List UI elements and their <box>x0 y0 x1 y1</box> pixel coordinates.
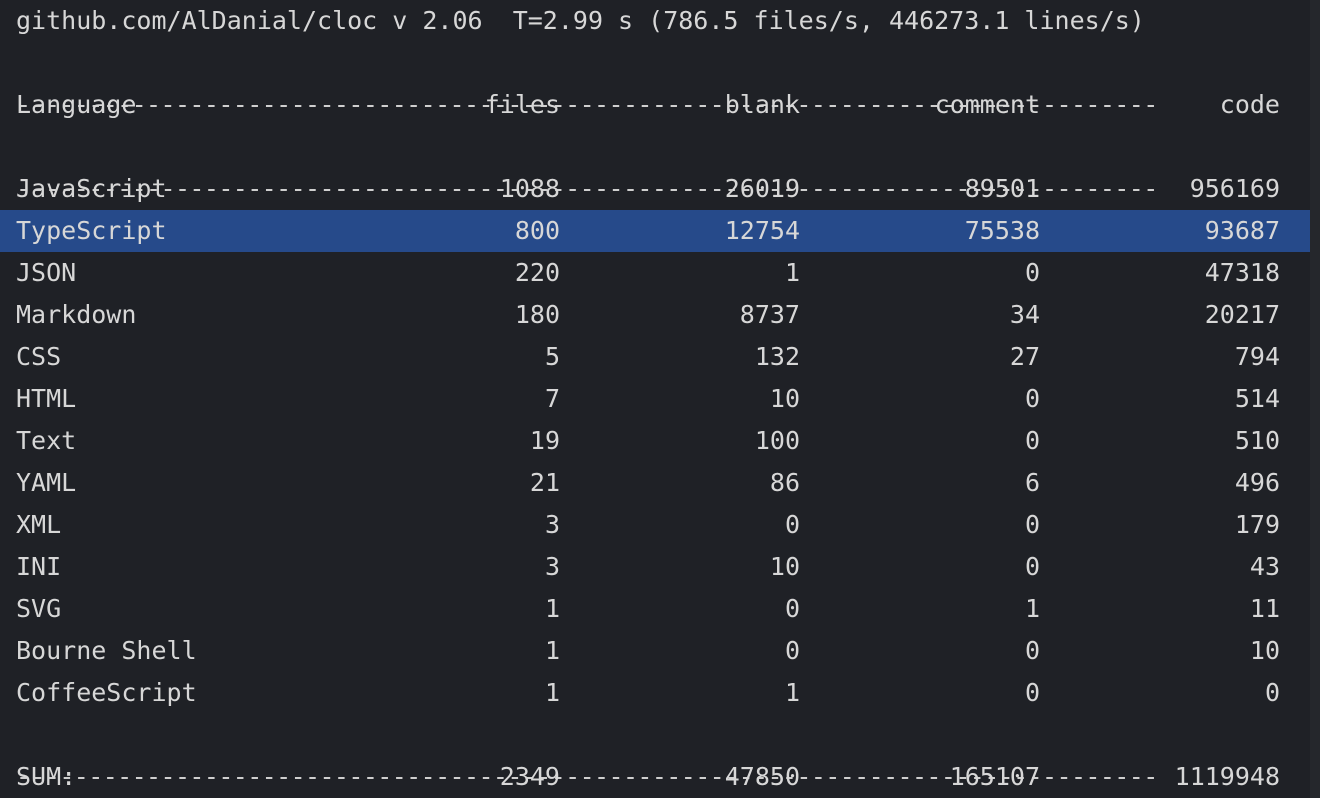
row-language: INI <box>16 552 62 581</box>
row-files: 800 <box>514 216 560 245</box>
column-header-files: files <box>484 90 560 119</box>
terminal-window[interactable]: github.com/AlDanial/cloc v 2.06 T=2.99 s… <box>0 0 1320 798</box>
row-language: Bourne Shell <box>16 636 197 665</box>
row-language: JavaScript <box>16 174 167 203</box>
row-files: 3 <box>544 510 560 539</box>
row-language: SVG <box>16 594 62 623</box>
table-row[interactable]: YAML 21 86 6 496 <box>0 462 1320 504</box>
column-header-language: Language <box>16 90 137 119</box>
row-language: YAML <box>16 468 77 497</box>
row-comment: 6 <box>1024 468 1040 497</box>
row-files: 1 <box>544 636 560 665</box>
row-blank: 86 <box>769 468 800 497</box>
row-code: 43 <box>1249 552 1280 581</box>
row-blank: 100 <box>754 426 800 455</box>
row-language: Markdown <box>16 300 137 329</box>
column-header-blank: blank <box>724 90 800 119</box>
row-comment: 0 <box>1024 258 1040 287</box>
row-code: 20217 <box>1204 300 1280 329</box>
sum-code: 1119948 <box>1174 762 1280 791</box>
row-blank: 10 <box>769 552 800 581</box>
row-comment: 0 <box>1024 552 1040 581</box>
row-code: 93687 <box>1204 216 1280 245</box>
row-comment: 0 <box>1024 510 1040 539</box>
table-row[interactable]: INI 3 10 0 43 <box>0 546 1320 588</box>
table-row[interactable]: XML 3 0 0 179 <box>0 504 1320 546</box>
sum-comment: 165107 <box>949 762 1040 791</box>
row-comment: 34 <box>1009 300 1040 329</box>
row-files: 5 <box>544 342 560 371</box>
sum-files: 2349 <box>499 762 560 791</box>
row-comment: 75538 <box>964 216 1040 245</box>
row-blank: 1 <box>784 678 800 707</box>
row-language: JSON <box>16 258 77 287</box>
table-row-selected[interactable]: TypeScript 800 12754 75538 93687 <box>0 210 1320 252</box>
table-row[interactable]: Text 19 100 0 510 <box>0 420 1320 462</box>
row-code: 794 <box>1234 342 1280 371</box>
sum-blank: 47850 <box>724 762 800 791</box>
table-row[interactable]: Markdown 180 8737 34 20217 <box>0 294 1320 336</box>
table-row[interactable]: HTML 7 10 0 514 <box>0 378 1320 420</box>
row-code: 496 <box>1234 468 1280 497</box>
table-row[interactable]: CoffeeScript 1 1 0 0 <box>0 672 1320 714</box>
row-blank: 26019 <box>724 174 800 203</box>
cloc-header-line: github.com/AlDanial/cloc v 2.06 T=2.99 s… <box>0 0 1320 42</box>
separator-top: ----------------------------------------… <box>0 42 1320 119</box>
row-code: 956169 <box>1189 174 1280 203</box>
row-language: CoffeeScript <box>16 678 197 707</box>
row-comment: 0 <box>1024 636 1040 665</box>
sum-row[interactable]: SUM: 2349 47850 165107 1119948 <box>0 756 1320 798</box>
row-code: 11 <box>1249 594 1280 623</box>
table-row[interactable]: JavaScript 1088 26019 89501 956169 <box>0 168 1320 210</box>
row-comment: 1 <box>1024 594 1040 623</box>
row-files: 1 <box>544 594 560 623</box>
sum-label: SUM: <box>16 762 77 791</box>
cloc-header-text: github.com/AlDanial/cloc v 2.06 T=2.99 s… <box>16 6 1145 35</box>
table-row[interactable]: Bourne Shell 1 0 0 10 <box>0 630 1320 672</box>
row-files: 7 <box>544 384 560 413</box>
row-comment: 89501 <box>964 174 1040 203</box>
row-files: 19 <box>529 426 560 455</box>
row-blank: 0 <box>784 510 800 539</box>
scrollbar-track[interactable] <box>1310 0 1320 798</box>
row-blank: 0 <box>784 636 800 665</box>
row-files: 1088 <box>499 174 560 203</box>
row-blank: 132 <box>754 342 800 371</box>
row-language: CSS <box>16 342 62 371</box>
row-blank: 12754 <box>724 216 800 245</box>
row-code: 10 <box>1249 636 1280 665</box>
row-code: 47318 <box>1204 258 1280 287</box>
row-code: 514 <box>1234 384 1280 413</box>
row-blank: 0 <box>784 594 800 623</box>
row-code: 179 <box>1234 510 1280 539</box>
row-code: 510 <box>1234 426 1280 455</box>
column-header-row: Language files blank comment code <box>0 84 1320 126</box>
separator-footer: ----------------------------------------… <box>0 714 1320 791</box>
row-blank: 8737 <box>739 300 800 329</box>
table-row[interactable]: CSS 5 132 27 794 <box>0 336 1320 378</box>
row-comment: 0 <box>1024 678 1040 707</box>
separator-header: ----------------------------------------… <box>0 126 1320 203</box>
column-header-comment: comment <box>934 90 1040 119</box>
column-header-code: code <box>1219 90 1280 119</box>
row-language: Text <box>16 426 77 455</box>
table-row[interactable]: JSON 220 1 0 47318 <box>0 252 1320 294</box>
row-comment: 27 <box>1009 342 1040 371</box>
row-language: HTML <box>16 384 77 413</box>
row-comment: 0 <box>1024 384 1040 413</box>
row-blank: 10 <box>769 384 800 413</box>
row-language: TypeScript <box>16 216 167 245</box>
row-files: 1 <box>544 678 560 707</box>
table-row[interactable]: SVG 1 0 1 11 <box>0 588 1320 630</box>
row-comment: 0 <box>1024 426 1040 455</box>
row-code: 0 <box>1264 678 1280 707</box>
row-files: 3 <box>544 552 560 581</box>
row-blank: 1 <box>784 258 800 287</box>
row-files: 180 <box>514 300 560 329</box>
row-files: 21 <box>529 468 560 497</box>
row-files: 220 <box>514 258 560 287</box>
row-language: XML <box>16 510 62 539</box>
